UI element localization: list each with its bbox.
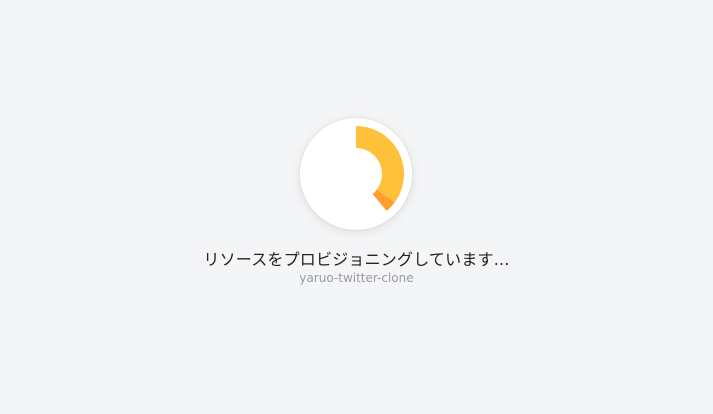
project-name-label: yaruo-twitter-clone [299, 271, 414, 285]
progress-arc-primary [356, 126, 404, 203]
progress-ring-svg [356, 126, 404, 211]
provisioning-screen: リソースをプロビジョニングしています... yaruo-twitter-clon… [0, 0, 713, 414]
provisioning-status-text: リソースをプロビジョニングしています... [203, 250, 510, 269]
progress-ring-icon [300, 118, 412, 230]
